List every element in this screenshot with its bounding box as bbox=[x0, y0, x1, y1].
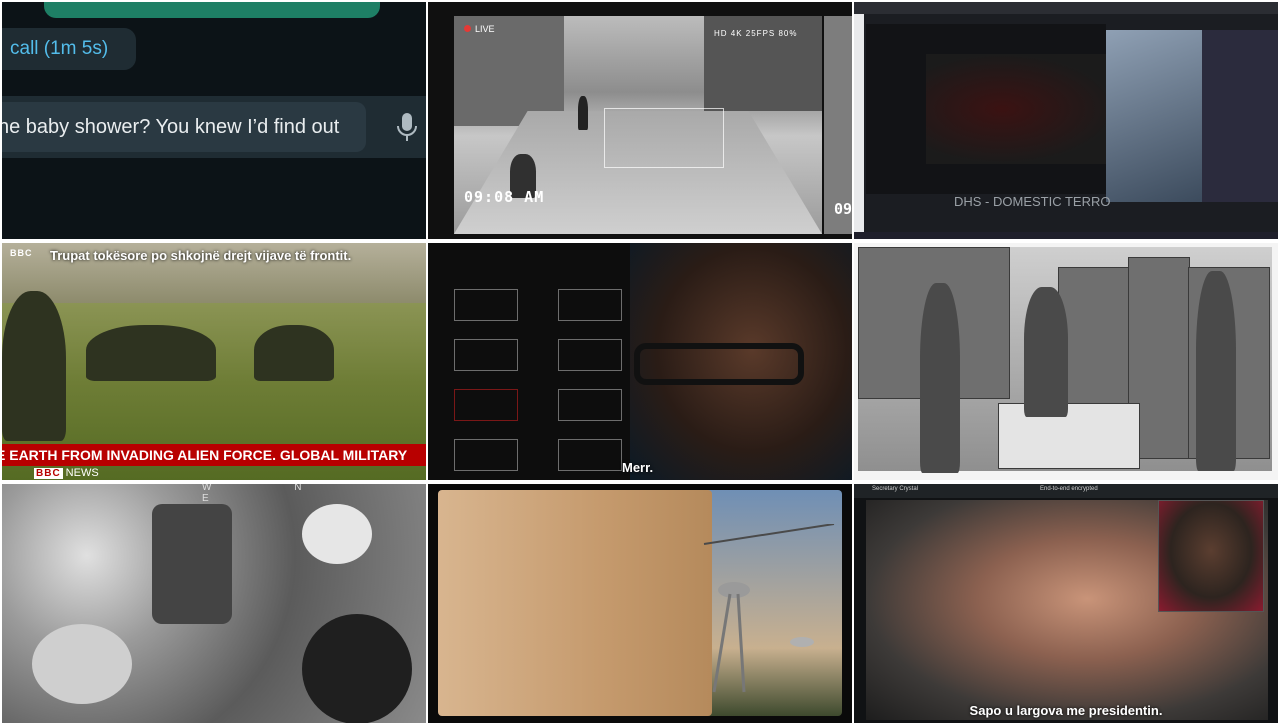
building-wall bbox=[438, 490, 712, 716]
hot-spot bbox=[302, 504, 372, 564]
archival-photo bbox=[854, 243, 1278, 480]
cctv-timestamp-partial: 09 bbox=[834, 200, 852, 218]
threat-map-panel bbox=[866, 24, 1116, 194]
news-ticker: E EARTH FROM INVADING ALIEN FORCE. GLOBA… bbox=[2, 444, 426, 466]
contact-name: Secretary Crystal bbox=[872, 486, 919, 492]
man-right bbox=[1196, 271, 1236, 471]
camera-hud: HD 4K 25FPS 80% bbox=[714, 29, 798, 38]
soldier-foreground bbox=[2, 291, 66, 441]
compass-bar: W N E bbox=[202, 484, 342, 504]
soldiers-group-left bbox=[86, 325, 216, 381]
sent-message-bubble bbox=[44, 2, 380, 18]
walking-person bbox=[578, 96, 588, 130]
desk bbox=[998, 403, 1140, 469]
split-scene: Merr. bbox=[428, 243, 852, 480]
bbc-news-label: NEWS bbox=[65, 467, 99, 479]
news-broadcast: BBC Trupat tokësore po shkojnë drejt vij… bbox=[2, 243, 426, 480]
bbc-news-bug: BBC NEWS bbox=[34, 467, 99, 479]
live-indicator: LIVE bbox=[464, 24, 495, 34]
video-call: Secretary Crystal End-to-end encrypted S… bbox=[854, 484, 1278, 723]
glasses bbox=[634, 343, 804, 385]
grid-cell bbox=[558, 389, 622, 421]
agency-title: DHS - DOMESTIC TERRO bbox=[954, 194, 1111, 209]
message-input-text: he baby shower? You knew I’d find out bbox=[2, 116, 340, 138]
self-view-video[interactable] bbox=[1158, 500, 1264, 612]
grid-cell bbox=[558, 339, 622, 371]
subtitle: Merr. bbox=[622, 460, 654, 475]
thermal-image bbox=[2, 484, 426, 723]
server-grid bbox=[428, 243, 632, 480]
cctv-timestamp: 09:08 AM bbox=[464, 188, 545, 206]
thermal-drone-feed: W N E bbox=[2, 484, 426, 723]
window-titlebar bbox=[854, 2, 1278, 14]
computer-room bbox=[858, 247, 1272, 473]
bbc-news-logo: BBC bbox=[34, 468, 63, 479]
man-operating bbox=[1024, 287, 1068, 417]
rooftop bbox=[152, 504, 232, 624]
desktop-icons-column bbox=[854, 14, 864, 236]
alien-craft-illustration bbox=[703, 524, 835, 693]
chat-screen: call (1m 5s) he baby shower? You knew I’… bbox=[2, 2, 426, 239]
man-standing bbox=[920, 283, 960, 473]
grid-cell bbox=[454, 289, 518, 321]
video-call-window bbox=[1106, 30, 1202, 202]
hot-spot bbox=[32, 624, 132, 704]
shadow-area bbox=[302, 614, 412, 723]
taskbar bbox=[854, 232, 1278, 239]
soldiers-group-right bbox=[254, 325, 334, 381]
desktop-screen: DHS - DOMESTIC TERRO bbox=[854, 2, 1278, 239]
encryption-label: End-to-end encrypted bbox=[1040, 486, 1098, 492]
grid-cell bbox=[558, 439, 622, 471]
alien-sighting bbox=[428, 484, 852, 723]
grid-cell bbox=[454, 339, 518, 371]
call-message-bubble[interactable]: call (1m 5s) bbox=[2, 28, 136, 70]
chat-window bbox=[1202, 30, 1278, 202]
grid-cell bbox=[454, 389, 518, 421]
subtitle: Sapo u largova me presidentin. bbox=[969, 703, 1163, 718]
cctv-feed: LIVE HD 4K 25FPS 80% 09:08 AM 09 bbox=[428, 2, 852, 239]
grid-cell bbox=[454, 439, 518, 471]
message-input[interactable]: he baby shower? You knew I’d find out bbox=[2, 102, 366, 152]
grid-cell bbox=[558, 289, 622, 321]
microphone-icon[interactable] bbox=[394, 112, 420, 142]
subtitle: Trupat tokësore po shkojnë drejt vijave … bbox=[50, 248, 352, 263]
world-map bbox=[926, 54, 1116, 164]
focus-frame bbox=[604, 108, 724, 168]
call-label: call (1m 5s) bbox=[10, 38, 109, 59]
